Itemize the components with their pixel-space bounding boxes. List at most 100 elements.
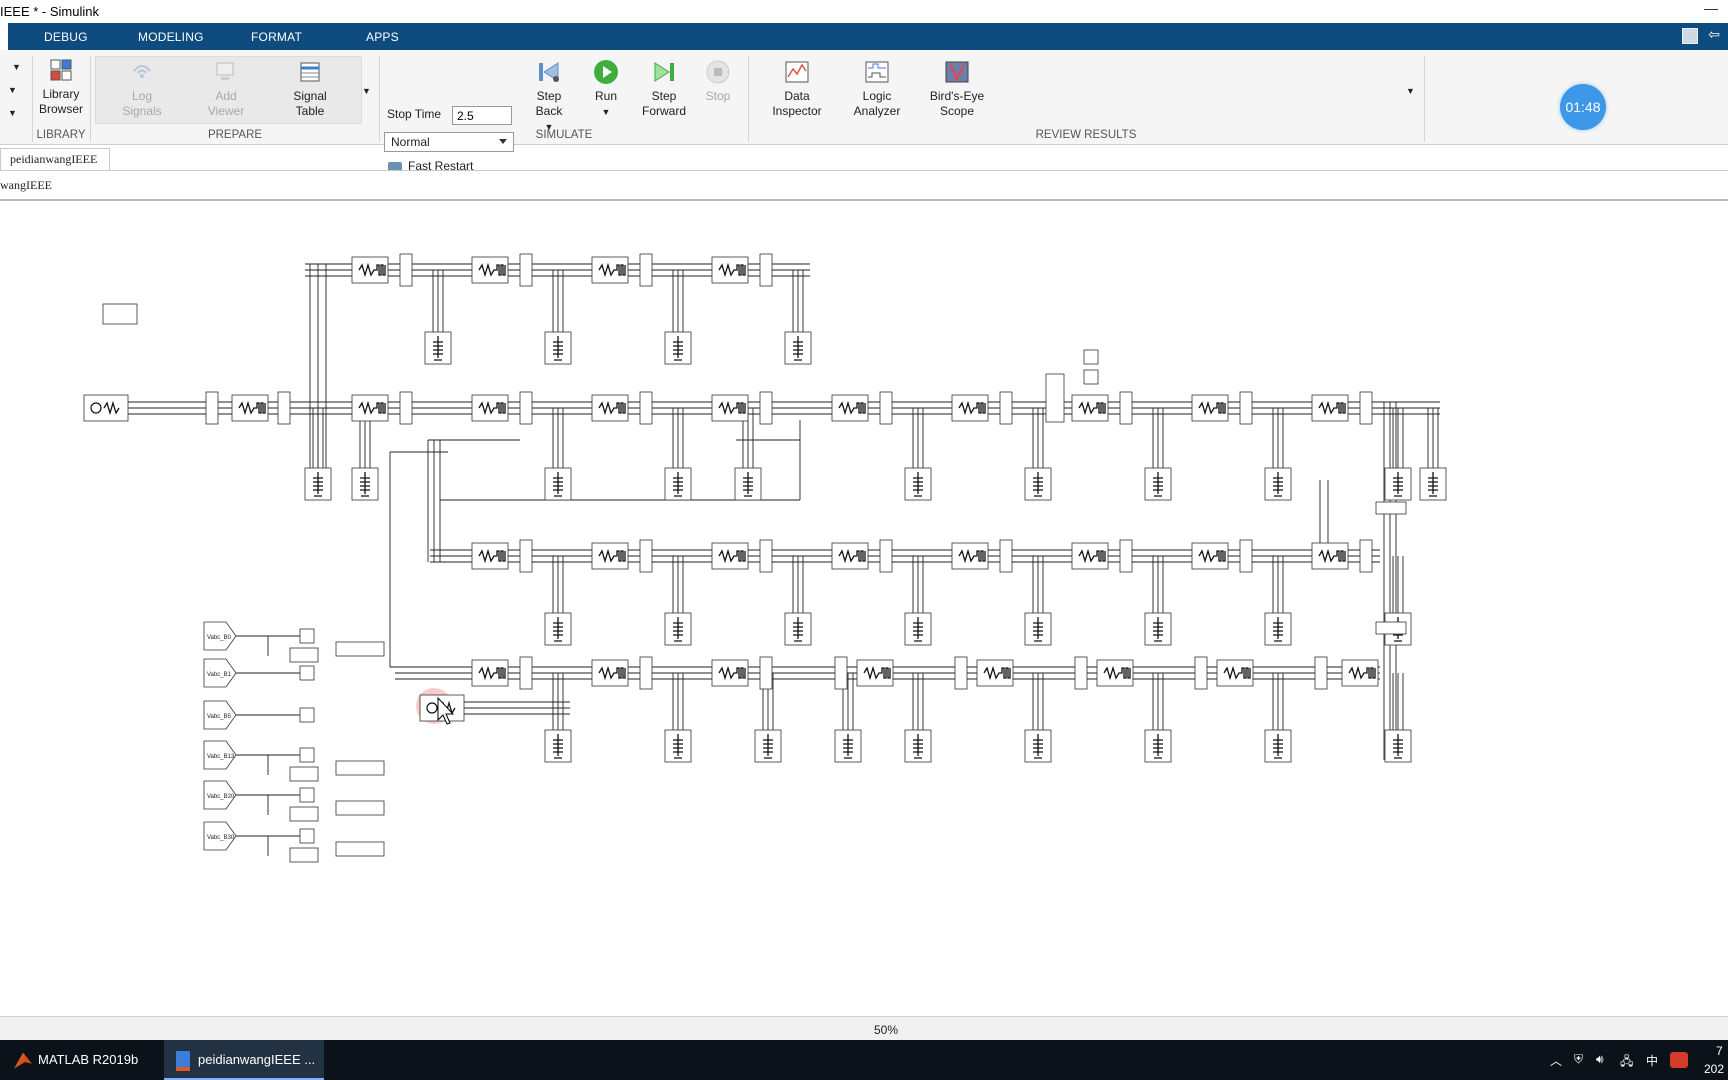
prepare-expand-icon[interactable]: ▼ bbox=[362, 86, 371, 96]
taskbar-matlab[interactable]: MATLAB R2019b bbox=[8, 1040, 158, 1080]
bus-measurement-block[interactable] bbox=[639, 539, 653, 573]
bus-measurement-block[interactable] bbox=[879, 539, 893, 573]
line-impedance-block[interactable] bbox=[1311, 394, 1349, 422]
line-impedance-block[interactable] bbox=[1341, 659, 1379, 687]
rlc-load-block[interactable] bbox=[1384, 467, 1412, 501]
rlc-load-block[interactable] bbox=[784, 612, 812, 646]
line-impedance-block[interactable] bbox=[1311, 542, 1349, 570]
library-browser-button[interactable]: Library Browser bbox=[38, 57, 84, 117]
junction-block[interactable] bbox=[1375, 621, 1407, 635]
line-impedance-block[interactable] bbox=[591, 659, 629, 687]
signal-table-button[interactable]: Signal Table bbox=[283, 59, 337, 119]
clock-date[interactable]: 202 bbox=[1704, 1062, 1724, 1076]
line-impedance-block[interactable] bbox=[591, 394, 629, 422]
rlc-load-block[interactable] bbox=[1264, 467, 1292, 501]
security-icon[interactable]: ⛨ bbox=[1574, 1052, 1583, 1067]
bus-measurement-block[interactable] bbox=[205, 391, 219, 425]
line-impedance-block[interactable] bbox=[471, 542, 509, 570]
sogou-ime-icon[interactable] bbox=[1670, 1052, 1688, 1068]
volume-icon[interactable]: 🔊︎ bbox=[1596, 1052, 1604, 1067]
tab-simulation[interactable] bbox=[0, 23, 8, 50]
bus-measurement-block[interactable] bbox=[1119, 539, 1133, 573]
rlc-load-block[interactable] bbox=[734, 467, 762, 501]
review-expand-icon[interactable]: ▼ bbox=[1406, 86, 1415, 96]
log-signals-button[interactable]: Log Signals bbox=[117, 59, 167, 119]
scope-block[interactable] bbox=[1083, 349, 1099, 365]
scope-block[interactable] bbox=[299, 665, 315, 681]
line-impedance-block[interactable] bbox=[711, 542, 749, 570]
line-impedance-block[interactable] bbox=[1096, 659, 1134, 687]
model-canvas[interactable]: Vabc_B0 Vabc_B1 Vabc_B5 Vabc_B13 Vabc_B20 Vab… bbox=[0, 201, 1728, 1016]
rlc-load-block[interactable] bbox=[784, 331, 812, 365]
bus-measurement-block[interactable] bbox=[879, 391, 893, 425]
rlc-load-block[interactable] bbox=[1144, 729, 1172, 763]
rlc-load-block[interactable] bbox=[1144, 467, 1172, 501]
bus-measurement-block[interactable] bbox=[834, 656, 848, 690]
bus-measurement-block[interactable] bbox=[639, 391, 653, 425]
line-impedance-block[interactable] bbox=[471, 659, 509, 687]
main-voltage-source[interactable] bbox=[83, 394, 129, 422]
undo-icon[interactable]: ⇦ bbox=[1708, 26, 1720, 43]
display-block[interactable] bbox=[335, 841, 385, 857]
bus-measurement-block[interactable] bbox=[954, 656, 968, 690]
rlc-load-block[interactable] bbox=[664, 729, 692, 763]
rlc-load-block[interactable] bbox=[424, 331, 452, 365]
rlc-load-block[interactable] bbox=[544, 467, 572, 501]
rlc-load-block[interactable] bbox=[664, 612, 692, 646]
demux-block[interactable] bbox=[289, 647, 319, 663]
line-impedance-block[interactable] bbox=[471, 394, 509, 422]
goto-tag-block[interactable]: Vabc_B5 bbox=[203, 700, 237, 730]
goto-tag-block[interactable]: Vabc_B0 bbox=[203, 621, 237, 651]
network-icon[interactable]: 🖧︎ bbox=[1620, 1052, 1633, 1073]
line-impedance-block[interactable] bbox=[831, 542, 869, 570]
bus-measurement-block[interactable] bbox=[1239, 391, 1253, 425]
line-impedance-block[interactable] bbox=[711, 394, 749, 422]
scope-block[interactable] bbox=[299, 828, 315, 844]
tab-debug[interactable]: DEBUG bbox=[44, 30, 88, 44]
line-impedance-block[interactable] bbox=[951, 394, 989, 422]
bus-measurement-block[interactable] bbox=[1359, 391, 1373, 425]
bus-measurement-block[interactable] bbox=[1074, 656, 1088, 690]
rlc-load-block[interactable] bbox=[1264, 729, 1292, 763]
rlc-load-block[interactable] bbox=[1384, 729, 1412, 763]
line-impedance-block[interactable] bbox=[351, 394, 389, 422]
bus-measurement-block[interactable] bbox=[1314, 656, 1328, 690]
scope-block[interactable] bbox=[1083, 369, 1099, 385]
bus-measurement-block[interactable] bbox=[519, 391, 533, 425]
new-dropdown-icon[interactable]: ▼ bbox=[12, 62, 21, 72]
bus-measurement-block[interactable] bbox=[1359, 539, 1373, 573]
add-viewer-button[interactable]: Add Viewer bbox=[201, 59, 251, 119]
scope-block[interactable] bbox=[299, 628, 315, 644]
tab-apps[interactable]: APPS bbox=[366, 30, 399, 44]
empty-block[interactable] bbox=[102, 303, 138, 325]
line-impedance-block[interactable] bbox=[591, 256, 629, 284]
line-impedance-block[interactable] bbox=[711, 659, 749, 687]
line-impedance-block[interactable] bbox=[951, 542, 989, 570]
rlc-load-block[interactable] bbox=[1024, 729, 1052, 763]
rlc-load-block[interactable] bbox=[1024, 467, 1052, 501]
input-method-indicator[interactable]: 中 bbox=[1646, 1052, 1658, 1069]
logic-analyzer-button[interactable]: Logic Analyzer bbox=[846, 59, 908, 119]
scope-block[interactable] bbox=[299, 707, 315, 723]
data-inspector-button[interactable]: Data Inspector bbox=[766, 59, 828, 119]
rlc-load-block[interactable] bbox=[1024, 612, 1052, 646]
line-impedance-block[interactable] bbox=[1191, 394, 1229, 422]
line-impedance-block[interactable] bbox=[471, 256, 509, 284]
bus-measurement-block[interactable] bbox=[639, 253, 653, 287]
line-impedance-block[interactable] bbox=[1216, 659, 1254, 687]
rlc-load-block[interactable] bbox=[544, 612, 572, 646]
clock-time[interactable]: 7 bbox=[1716, 1044, 1723, 1058]
run-button[interactable]: Run ▼ bbox=[589, 59, 623, 120]
bus-measurement-block[interactable] bbox=[519, 656, 533, 690]
bus-measurement-block[interactable] bbox=[759, 253, 773, 287]
taskbar-simulink-window[interactable]: peidianwangIEEE ... bbox=[164, 1040, 324, 1080]
rlc-load-block[interactable] bbox=[664, 467, 692, 501]
display-block[interactable] bbox=[335, 760, 385, 776]
bus-measurement-block[interactable] bbox=[1239, 539, 1253, 573]
rlc-load-block[interactable] bbox=[1264, 612, 1292, 646]
rlc-load-block[interactable] bbox=[904, 467, 932, 501]
line-impedance-block[interactable] bbox=[1071, 542, 1109, 570]
birds-eye-scope-button[interactable]: Bird's-Eye Scope bbox=[922, 59, 992, 119]
goto-tag-block[interactable]: Vabc_B20 bbox=[203, 780, 237, 810]
bus-measurement-block[interactable] bbox=[399, 253, 413, 287]
